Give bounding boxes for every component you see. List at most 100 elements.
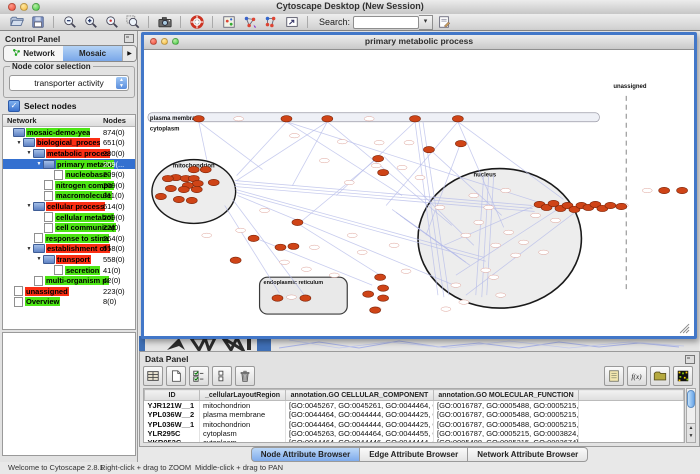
column-header[interactable]: annotation.GO CELLULAR_COMPONENT — [286, 390, 434, 401]
search-dropdown-arrow[interactable]: ▾ — [419, 15, 433, 30]
network-node[interactable] — [186, 197, 197, 203]
tree-item-secretion[interactable]: secretion41(0) — [3, 265, 135, 276]
tree-item-overview[interactable]: Overview8(0) — [3, 297, 135, 308]
network-canvas[interactable]: plasma membrane cytoplasm mitochondrion … — [144, 50, 694, 336]
layout-spring-icon[interactable] — [241, 15, 258, 30]
network-node[interactable] — [378, 295, 389, 301]
column-header[interactable]: annotation.GO MOLECULAR_FUNCTION — [434, 390, 579, 401]
table-scrollbar[interactable]: ▲▼ — [686, 388, 696, 443]
node-color-combobox[interactable]: transporter activity ▲▼ — [9, 75, 129, 91]
network-node[interactable] — [378, 285, 389, 291]
network-node[interactable] — [659, 187, 670, 193]
column-header[interactable]: ID — [145, 390, 200, 401]
select-checked-icon[interactable] — [189, 366, 209, 386]
save-icon[interactable] — [29, 15, 46, 30]
expand-arrow-icon[interactable]: ▼ — [35, 256, 43, 262]
network-node[interactable] — [300, 295, 311, 301]
tree-item-nucleobase-[interactable]: nucleobase-209(0) — [3, 169, 135, 180]
import-folder-icon[interactable] — [650, 366, 670, 386]
network-node[interactable] — [616, 203, 627, 209]
help-ring-icon[interactable] — [188, 15, 205, 30]
attr-table-icon[interactable] — [143, 366, 163, 386]
table-row[interactable]: YLR295Ccytoplasm[GO:0045263, GO:0044464,… — [145, 429, 684, 438]
float-panel-icon[interactable] — [124, 34, 134, 43]
network-node[interactable] — [452, 116, 463, 122]
network-node[interactable] — [375, 274, 386, 280]
formula-icon[interactable]: f(x) — [627, 366, 647, 386]
tree-item-mosaic-demo-yeast[interactable]: mosaic-demo-yeast874(0) — [3, 127, 135, 138]
tree-item-response-to-stimulu[interactable]: response to stimulu264(0) — [3, 233, 135, 244]
column-header[interactable] — [579, 390, 684, 401]
matrix-icon[interactable] — [673, 366, 693, 386]
tab-mosaic[interactable]: Mosaic — [63, 46, 122, 61]
network-node[interactable] — [288, 243, 299, 249]
table-row[interactable]: YPL036W__1mitochondrion[GO:0044464, GO:0… — [145, 420, 684, 429]
tree-item-unassigned[interactable]: unassigned223(0) — [3, 286, 135, 297]
zoom-fit-icon[interactable] — [124, 15, 141, 30]
tree-item-biological-process[interactable]: ▼biological_process651(0) — [3, 138, 135, 149]
expand-arrow-icon[interactable]: ▼ — [35, 161, 43, 167]
tab-network[interactable]: Network — [4, 46, 63, 61]
table-row[interactable]: YJR121W__1mitochondrion[GO:0045267, GO:0… — [145, 401, 684, 411]
network-node[interactable] — [178, 186, 189, 192]
zoom-in-icon[interactable] — [82, 15, 99, 30]
network-node[interactable] — [605, 202, 616, 208]
layout-force-icon[interactable] — [262, 15, 279, 30]
tab-node-attribute-browser[interactable]: Node Attribute Browser — [251, 447, 361, 462]
open-icon[interactable] — [8, 15, 25, 30]
tree-item-cellular-process[interactable]: ▼cellular process614(0) — [3, 201, 135, 212]
network-node[interactable] — [423, 146, 434, 152]
table-row[interactable]: YPL036W__2plasma membrane[GO:0044464, GO… — [145, 410, 684, 419]
tab-network-attribute-browser[interactable]: Network Attribute Browser — [468, 447, 588, 462]
network-node[interactable] — [208, 179, 219, 185]
tree-item-cell-communicat[interactable]: cell communicat22(0) — [3, 222, 135, 233]
network-node[interactable] — [162, 175, 173, 181]
expand-arrow-icon[interactable]: ▼ — [25, 150, 33, 156]
scrollbar-thumb[interactable] — [687, 390, 695, 408]
select-nodes-checkbox[interactable]: ✓ — [8, 100, 20, 112]
expand-arrow-icon[interactable]: ▼ — [25, 203, 33, 209]
zoom-selected-icon[interactable] — [103, 15, 120, 30]
network-node[interactable] — [248, 235, 259, 241]
network-node[interactable] — [191, 186, 202, 192]
network-node[interactable] — [677, 187, 688, 193]
network-node[interactable] — [173, 196, 184, 202]
table-row[interactable]: YKR052Ccytoplasm[GO:0044464, GO:0044446,… — [145, 438, 684, 443]
network-node[interactable] — [281, 116, 292, 122]
network-node[interactable] — [378, 169, 389, 175]
vizmapper-icon[interactable] — [283, 15, 300, 30]
network-node[interactable] — [272, 295, 283, 301]
snapshot-icon[interactable] — [156, 15, 173, 30]
network-node[interactable] — [230, 257, 241, 263]
tree-item-primary-metabo[interactable]: ▼primary metabo209(... — [3, 159, 135, 170]
birdseye-view-panel[interactable] — [2, 332, 136, 456]
column-header[interactable]: _cellularLayoutRegion — [200, 390, 286, 401]
network-node[interactable] — [370, 307, 381, 313]
tree-item-metabolic-process[interactable]: ▼metabolic process280(0) — [3, 148, 135, 159]
resize-grip-icon[interactable] — [680, 324, 689, 333]
search-input[interactable] — [353, 16, 419, 29]
tree-item-nitrogen-compo[interactable]: nitrogen compo209(0) — [3, 180, 135, 191]
tab-edge-attribute-browser[interactable]: Edge Attribute Browser — [360, 447, 468, 462]
expand-arrow-icon[interactable]: ▼ — [15, 140, 23, 146]
tree-item-cellular-metabol[interactable]: cellular metabol209(0) — [3, 212, 135, 223]
network-node[interactable] — [292, 219, 303, 225]
data-panel-float-icon[interactable] — [685, 355, 695, 364]
network-node[interactable] — [410, 116, 421, 122]
tree-item-multi-organism-pro[interactable]: multi-organism pro42(0) — [3, 275, 135, 286]
attribute-table[interactable]: ID_cellularLayoutRegionannotation.GO CEL… — [143, 388, 685, 443]
tree-item-transport[interactable]: ▼transport558(0) — [3, 254, 135, 265]
network-node[interactable] — [155, 193, 166, 199]
expand-arrow-icon[interactable]: ▼ — [25, 246, 33, 252]
network-node[interactable] — [192, 180, 203, 186]
network-node[interactable] — [455, 140, 466, 146]
network-view-titlebar[interactable]: primary metabolic process — [144, 35, 694, 50]
network-node[interactable] — [373, 155, 384, 161]
network-node[interactable] — [165, 185, 176, 191]
network-node[interactable] — [363, 291, 374, 297]
network-node[interactable] — [275, 244, 286, 250]
edit-attributes-icon[interactable] — [435, 15, 452, 30]
network-node[interactable] — [322, 116, 333, 122]
network-node[interactable] — [193, 116, 204, 122]
tree-item-establishment-of-lo[interactable]: ▼establishment of lo558(0) — [3, 244, 135, 255]
